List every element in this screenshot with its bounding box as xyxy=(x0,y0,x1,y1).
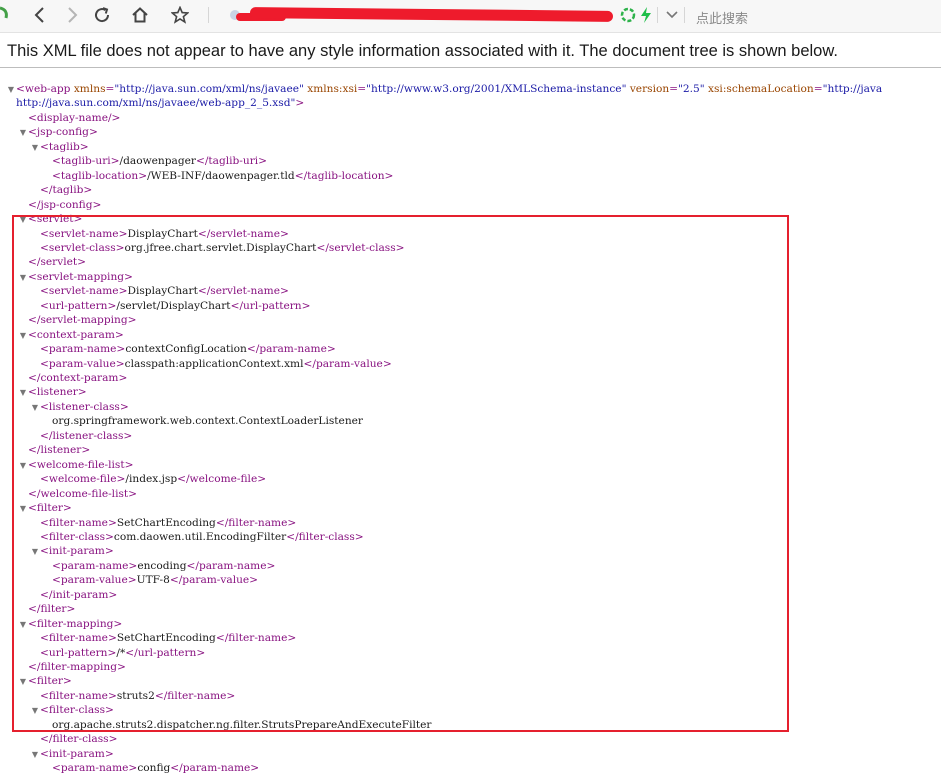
xml-attr-name: xsi:schemaLocation xyxy=(704,83,814,95)
xml-attr-name: xmlns xyxy=(70,83,106,95)
forward-icon[interactable] xyxy=(60,4,84,26)
xml-line: </filter-class> xyxy=(30,732,117,746)
xml-line: </taglib> xyxy=(30,183,92,197)
highlight-annotation-box xyxy=(12,215,789,732)
xml-line: ▼ <web-app xmlns = "http://java.sun.com/xml… xyxy=(6,82,882,96)
xml-tag: <web-app xyxy=(16,83,71,95)
xml-close-tag: </filter-class> xyxy=(40,733,118,746)
toolbar-divider xyxy=(208,7,209,23)
search-input[interactable]: 点此搜索 xyxy=(696,8,748,27)
xml-close-tag: </taglib> xyxy=(40,184,93,197)
xml-close-tag: </param-name> xyxy=(170,762,260,775)
xml-line: <taglib-uri>/daowenpager</taglib-uri> xyxy=(42,154,267,168)
xml-attr-value: "http://java xyxy=(822,83,883,95)
browser-logo-icon xyxy=(0,6,10,24)
xml-punct: = xyxy=(669,83,679,95)
xml-line: <param-name>config</param-name> xyxy=(42,761,259,775)
xml-punct: = xyxy=(813,83,823,95)
xml-close-tag: </taglib-uri> xyxy=(195,155,268,168)
xml-open-tag: <jsp-config> xyxy=(28,126,98,139)
xml-tag: > xyxy=(295,97,305,110)
xml-line: <taglib-location>/WEB-INF/daowenpager.tl… xyxy=(42,169,393,183)
xml-open-tag: <taglib-location> xyxy=(52,169,148,182)
xml-text: /daowenpager xyxy=(119,155,196,168)
collapse-triangle-icon[interactable]: ▼ xyxy=(6,83,16,97)
toolbar-divider xyxy=(684,7,685,23)
collapse-triangle-icon[interactable]: ▼ xyxy=(18,126,28,140)
xml-attr-value: http://java.sun.com/xml/ns/javaee/web-ap… xyxy=(16,97,291,110)
xml-close-tag: </taglib-location> xyxy=(294,169,394,182)
xml-text: config xyxy=(137,762,171,775)
lightning-icon[interactable] xyxy=(634,4,658,26)
collapse-triangle-icon[interactable]: ▼ xyxy=(30,141,40,155)
xml-line: ▼ <jsp-config> xyxy=(18,125,98,139)
xml-line: http://java.sun.com/xml/ns/javaee/web-ap… xyxy=(16,96,304,110)
xml-attr-value: "2.5" xyxy=(678,83,705,95)
xml-line: ▼ <taglib> xyxy=(30,140,89,154)
toolbar-divider xyxy=(657,7,658,23)
xml-open-tag: <taglib> xyxy=(40,140,89,153)
xml-text: /WEB-INF/daowenpager.tld xyxy=(147,169,295,182)
xml-attr-name: xmlns:xsi xyxy=(303,83,358,95)
xml-punct: = xyxy=(357,83,367,95)
xml-info-banner: This XML file does not appear to have an… xyxy=(7,42,838,60)
banner-divider xyxy=(0,67,941,68)
xml-open-tag: <init-param> xyxy=(40,747,114,760)
xml-line: </jsp-config> xyxy=(18,198,101,212)
browser-toolbar: 点此搜索 xyxy=(0,0,941,33)
xml-open-tag: <param-name> xyxy=(52,762,138,775)
xml-attr-value: "http://www.w3.org/2001/XMLSchema-instan… xyxy=(366,83,627,95)
back-icon[interactable] xyxy=(28,4,52,26)
star-icon[interactable] xyxy=(168,4,192,26)
xml-attr-name: version xyxy=(626,83,670,95)
xml-attr-value: "http://java.sun.com/xml/ns/javaee" xyxy=(114,83,304,95)
chevron-down-icon[interactable] xyxy=(660,4,684,26)
xml-close-tag: </jsp-config> xyxy=(28,198,102,211)
redaction-mark xyxy=(249,7,614,22)
xml-line: <display-name/> xyxy=(18,111,120,125)
xml-line: ▼ <init-param> xyxy=(30,747,114,761)
collapse-triangle-icon[interactable]: ▼ xyxy=(30,748,40,762)
xml-tag: <display-name/> xyxy=(28,111,121,124)
reload-icon[interactable] xyxy=(90,4,114,26)
home-icon[interactable] xyxy=(128,4,152,26)
xml-open-tag: <taglib-uri> xyxy=(52,155,120,168)
